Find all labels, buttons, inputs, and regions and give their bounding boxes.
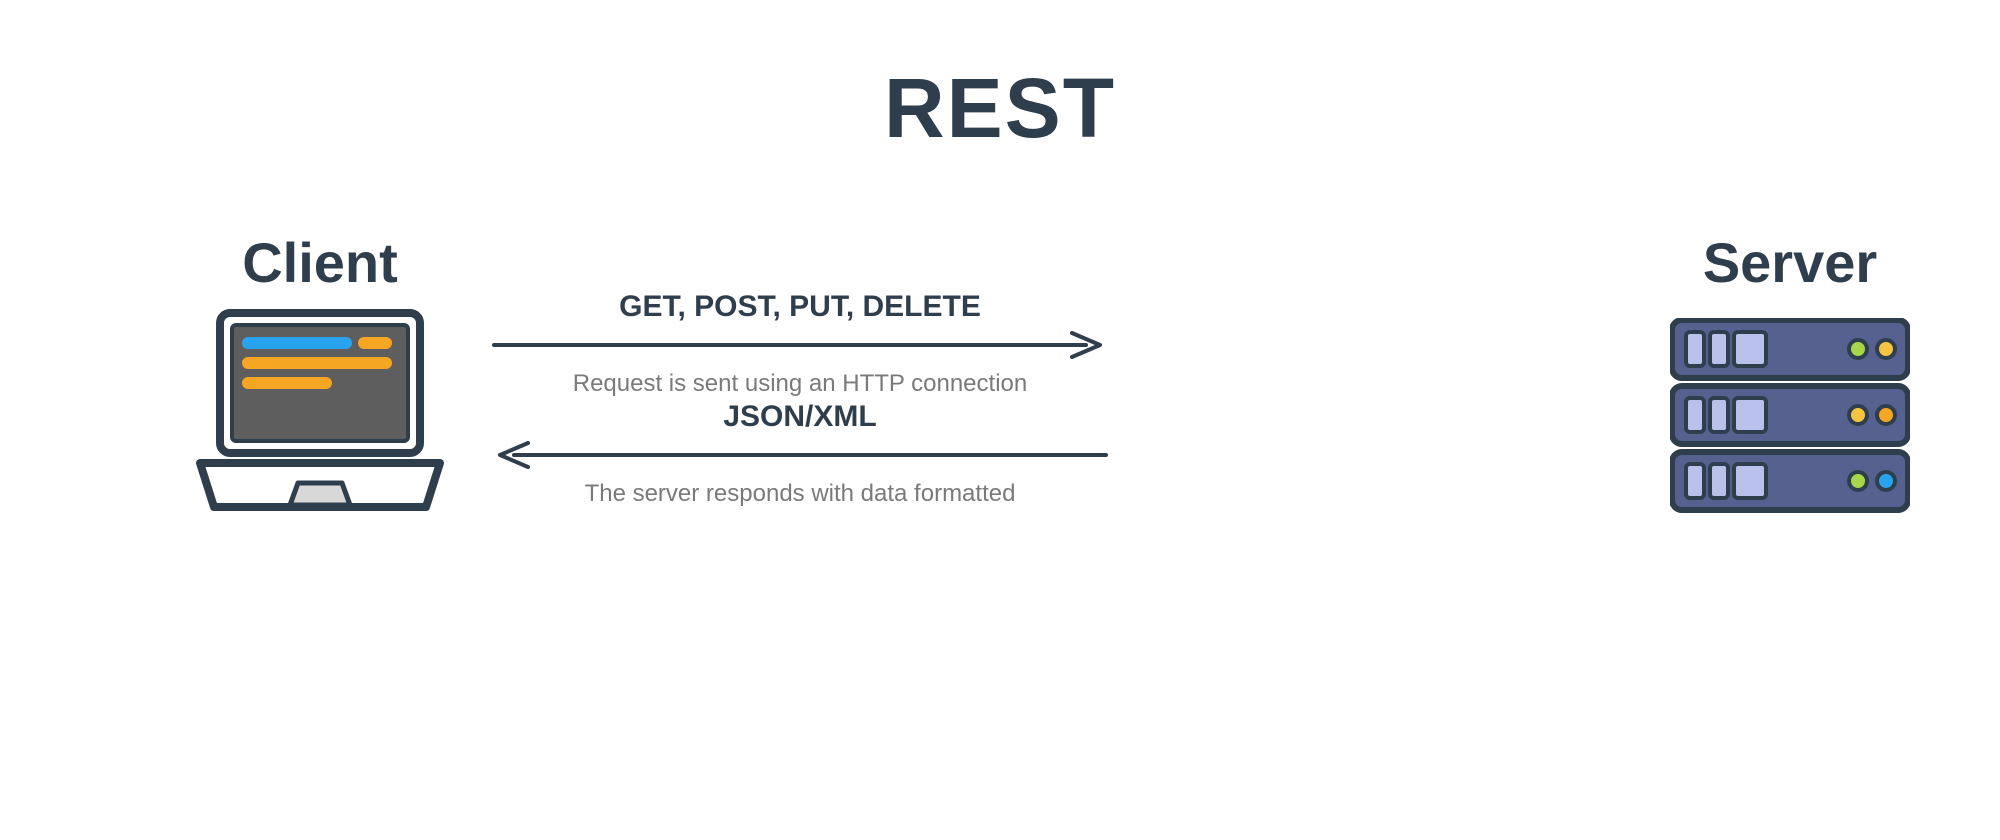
- client-label: Client: [170, 230, 470, 295]
- diagram-stage: REST Client Server GET, POST, PUT, DELET…: [0, 0, 2000, 840]
- server-icon: [1670, 318, 1910, 518]
- request-arrow-group: GET, POST, PUT, DELETE Request is sent u…: [490, 290, 1110, 398]
- arrow-left-icon: [490, 440, 1110, 470]
- response-format: JSON/XML: [490, 400, 1110, 434]
- response-caption: The server responds with data formatted: [490, 480, 1110, 508]
- laptop-icon: [190, 305, 450, 525]
- server-label: Server: [1640, 230, 1940, 295]
- arrow-right-icon: [490, 330, 1110, 360]
- request-methods: GET, POST, PUT, DELETE: [490, 290, 1110, 324]
- response-arrow-group: JSON/XML The server responds with data f…: [490, 400, 1110, 508]
- request-caption: Request is sent using an HTTP connection: [490, 370, 1110, 398]
- diagram-title: REST: [0, 60, 2000, 157]
